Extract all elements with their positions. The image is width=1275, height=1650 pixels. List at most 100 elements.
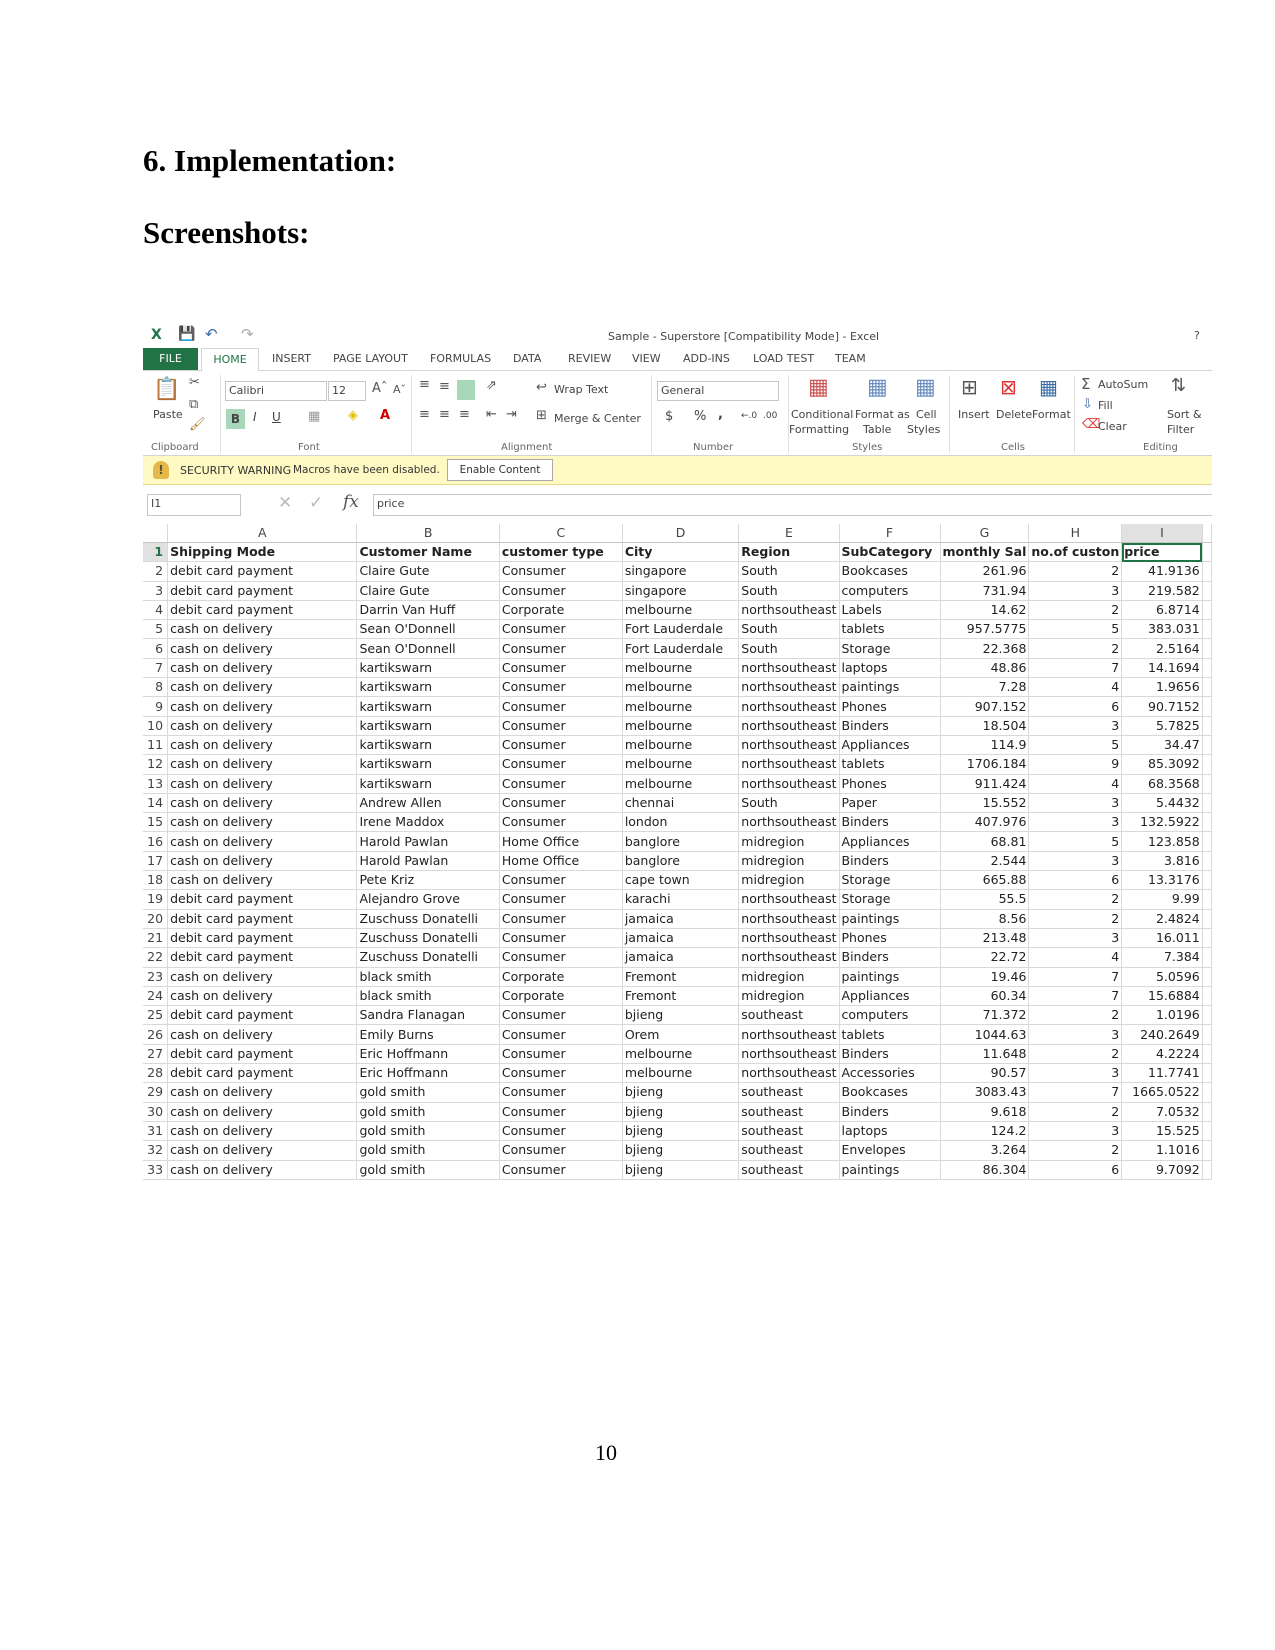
cell[interactable]: Binders [839,851,941,872]
row-header[interactable]: 8 [143,677,169,698]
cell[interactable]: 1044.63 [940,1024,1030,1045]
cell[interactable]: 68.81 [940,831,1030,852]
cell[interactable]: 68.3568 [1121,774,1203,794]
row-header[interactable]: 4 [143,600,169,621]
cell[interactable]: kartikswarn [356,754,500,775]
align-right-icon[interactable]: ≡ [459,407,470,422]
outdent-icon[interactable]: ⇥ [506,407,517,422]
row-header[interactable]: 20 [143,909,169,929]
cell[interactable]: Consumer [499,638,623,659]
cell[interactable]: Consumer [499,1024,623,1045]
autosum-button[interactable]: AutoSum [1098,378,1148,391]
cell[interactable]: debit card payment [167,1044,358,1065]
header-cell[interactable]: customer type [499,542,623,563]
cell[interactable]: kartikswarn [356,696,500,717]
cell[interactable]: melbourne [622,696,740,717]
cell[interactable]: banglore [622,831,740,852]
cell[interactable] [1202,967,1212,987]
header-cell[interactable]: Shipping Mode [167,542,358,563]
cell[interactable]: 16.011 [1121,928,1203,949]
cell[interactable]: cash on delivery [167,716,358,736]
header-cell[interactable]: Region [738,542,840,563]
copy-icon[interactable]: ⧉ [189,397,198,412]
cell[interactable] [1202,1160,1212,1180]
cell[interactable] [1202,581,1212,601]
tab-add-ins[interactable]: ADD-INS [683,352,730,365]
cell[interactable]: laptops [839,658,941,679]
cell[interactable]: Pete Kriz [356,870,500,891]
cell[interactable]: Consumer [499,1082,623,1103]
cell[interactable]: 86.304 [940,1160,1030,1180]
row-header[interactable]: 31 [143,1121,169,1142]
cell[interactable] [1202,1140,1212,1161]
cell[interactable] [1202,812,1212,833]
cell[interactable]: cash on delivery [167,851,358,872]
cell[interactable]: Zuschuss Donatelli [356,909,500,929]
tab-insert[interactable]: INSERT [272,352,311,365]
cell[interactable]: cash on delivery [167,638,358,659]
format-as-table-button[interactable]: Format as [855,408,910,421]
cell[interactable]: Paper [839,793,941,814]
cell[interactable]: debit card payment [167,561,358,582]
cell[interactable]: gold smith [356,1160,500,1180]
column-header-d[interactable]: D [622,524,740,543]
cell[interactable]: 3 [1028,793,1123,814]
cell[interactable]: Phones [839,928,941,949]
row-header[interactable]: 16 [143,831,169,852]
cell[interactable]: Storage [839,870,941,891]
cell[interactable]: Consumer [499,716,623,736]
cell[interactable]: Consumer [499,793,623,814]
align-left-icon[interactable]: ≡ [419,407,430,422]
cell[interactable]: 911.424 [940,774,1030,794]
cell[interactable]: Consumer [499,1044,623,1065]
cell[interactable]: Appliances [839,986,941,1007]
cell[interactable]: 11.648 [940,1044,1030,1065]
cell[interactable]: 90.7152 [1121,696,1203,717]
row-header[interactable]: 10 [143,716,169,736]
cell[interactable]: 124.2 [940,1121,1030,1142]
cell[interactable]: 7.384 [1121,947,1203,968]
cell[interactable] [1202,1044,1212,1065]
cell[interactable]: cash on delivery [167,1082,358,1103]
cell[interactable]: Storage [839,889,941,910]
middle-align-icon[interactable]: ≡ [439,379,450,394]
cell[interactable]: cash on delivery [167,754,358,775]
cell[interactable]: 13.3176 [1121,870,1203,891]
cell[interactable]: 22.72 [940,947,1030,968]
cell[interactable]: Consumer [499,774,623,794]
cell[interactable]: 6 [1028,696,1123,717]
cell[interactable]: Fremont [622,967,740,987]
cell[interactable]: 219.582 [1121,581,1203,601]
cell[interactable]: bjieng [622,1160,740,1180]
cell[interactable]: kartikswarn [356,716,500,736]
row-header[interactable]: 24 [143,986,169,1007]
cell[interactable]: Consumer [499,909,623,929]
cell[interactable]: 9.7092 [1121,1160,1203,1180]
cell[interactable]: 3 [1028,812,1123,833]
shrink-font-icon[interactable]: Aˇ [393,383,406,396]
row-header[interactable]: 33 [143,1160,169,1180]
cell[interactable]: kartikswarn [356,774,500,794]
row-header[interactable]: 18 [143,870,169,891]
cell[interactable]: Sean O'Donnell [356,619,500,640]
header-cell[interactable]: price [1121,542,1203,563]
cell[interactable]: Consumer [499,870,623,891]
cell[interactable]: 1665.0522 [1121,1082,1203,1103]
cell[interactable]: South [738,619,840,640]
cell[interactable]: Consumer [499,1102,623,1122]
cell[interactable]: midregion [738,986,840,1007]
cell[interactable]: 14.62 [940,600,1030,621]
cell[interactable]: South [738,793,840,814]
cell[interactable]: debit card payment [167,947,358,968]
cell[interactable] [1202,1024,1212,1045]
cell[interactable]: 907.152 [940,696,1030,717]
cell[interactable]: paintings [839,677,941,698]
cell[interactable] [1202,1121,1212,1142]
sort-filter-label[interactable]: Filter [1167,423,1194,436]
cell[interactable]: cash on delivery [167,1102,358,1122]
cell[interactable]: northsoutheast [738,1024,840,1045]
cell[interactable] [1202,831,1212,852]
cell[interactable]: 2.4824 [1121,909,1203,929]
header-cell[interactable]: monthly Sal [940,542,1030,563]
cell[interactable]: Appliances [839,831,941,852]
